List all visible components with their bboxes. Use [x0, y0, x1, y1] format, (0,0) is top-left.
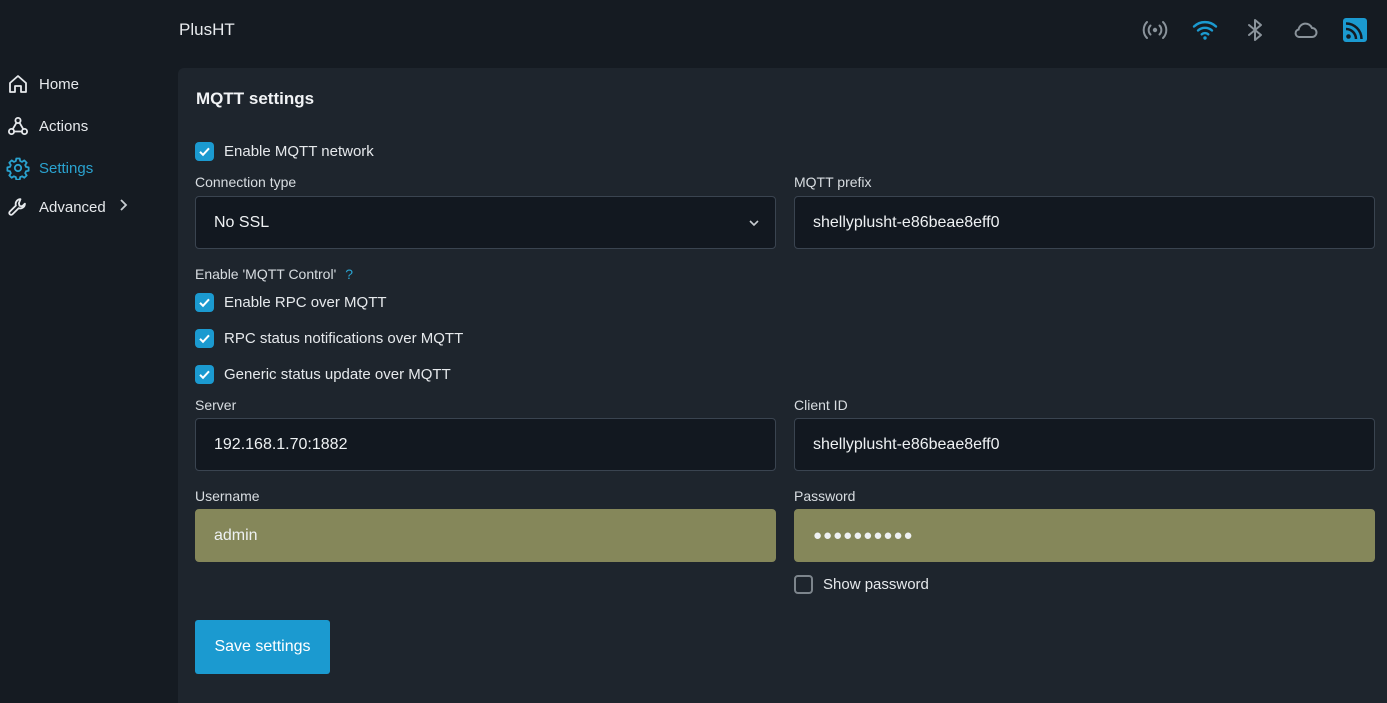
generic-status-label: Generic status update over MQTT	[224, 366, 451, 383]
sidebar-item-label: Settings	[39, 159, 94, 177]
username-input[interactable]: admin	[195, 509, 776, 562]
sidebar-item-advanced[interactable]: Advanced	[6, 195, 128, 219]
enable-mqtt-checkbox[interactable]	[195, 142, 214, 161]
generic-status-checkbox[interactable]	[195, 365, 214, 384]
show-password-row[interactable]: Show password	[794, 575, 929, 594]
password-value: ●●●●●●●●●●	[813, 527, 914, 544]
rpc-status-label: RPC status notifications over MQTT	[224, 330, 464, 347]
enable-mqtt-checkbox-row[interactable]: Enable MQTT network	[195, 142, 374, 161]
chevron-right-icon	[118, 198, 128, 216]
rss-icon[interactable]	[1341, 16, 1369, 44]
top-bar: PlusHT	[0, 0, 1387, 68]
server-value: 192.168.1.70:1882	[214, 435, 348, 453]
settings-panel	[178, 68, 1387, 703]
chevron-down-icon	[747, 216, 761, 235]
app-title: PlusHT	[179, 20, 235, 39]
client-id-label: Client ID	[794, 397, 848, 413]
home-icon	[6, 72, 30, 96]
mqtt-prefix-input[interactable]: shellyplusht-e86beae8eff0	[794, 196, 1375, 249]
connection-type-select[interactable]: No SSL	[195, 196, 776, 249]
wrench-icon	[6, 195, 30, 219]
webhook-icon	[6, 114, 30, 138]
enable-mqtt-label: Enable MQTT network	[224, 143, 374, 160]
mqtt-control-text: Enable 'MQTT Control'	[195, 266, 337, 282]
sidebar-item-label: Actions	[39, 117, 89, 135]
show-password-label: Show password	[823, 576, 929, 593]
rpc-label: Enable RPC over MQTT	[224, 294, 387, 311]
page-title: MQTT settings	[196, 89, 315, 108]
connection-type-label: Connection type	[195, 174, 297, 190]
sidebar-item-label: Advanced	[39, 198, 106, 216]
client-id-value: shellyplusht-e86beae8eff0	[813, 435, 1000, 453]
mqtt-prefix-label: MQTT prefix	[794, 174, 872, 190]
sidebar-item-label: Home	[39, 75, 80, 93]
sidebar-item-home[interactable]: Home	[6, 72, 79, 96]
generic-status-checkbox-row[interactable]: Generic status update over MQTT	[195, 365, 451, 384]
rpc-checkbox[interactable]	[195, 293, 214, 312]
show-password-checkbox[interactable]	[794, 575, 813, 594]
client-id-input[interactable]: shellyplusht-e86beae8eff0	[794, 418, 1375, 471]
bluetooth-icon[interactable]	[1241, 16, 1269, 44]
save-settings-button[interactable]: Save settings	[195, 620, 330, 674]
rpc-checkbox-row[interactable]: Enable RPC over MQTT	[195, 293, 387, 312]
help-icon[interactable]: ?	[345, 266, 353, 282]
password-input[interactable]: ●●●●●●●●●●	[794, 509, 1375, 562]
mqtt-prefix-value: shellyplusht-e86beae8eff0	[813, 213, 1000, 231]
connection-type-value: No SSL	[214, 213, 270, 231]
wifi-icon[interactable]	[1191, 16, 1219, 44]
cloud-icon[interactable]	[1291, 16, 1319, 44]
sidebar-item-settings[interactable]: Settings	[6, 156, 93, 180]
signal-icon[interactable]	[1141, 16, 1169, 44]
gear-icon	[6, 156, 30, 180]
username-label: Username	[195, 488, 260, 504]
sidebar-item-actions[interactable]: Actions	[6, 114, 88, 138]
rpc-status-checkbox-row[interactable]: RPC status notifications over MQTT	[195, 329, 463, 348]
server-input[interactable]: 192.168.1.70:1882	[195, 418, 776, 471]
status-icons	[1141, 16, 1369, 44]
username-value: admin	[214, 526, 258, 544]
mqtt-control-label: Enable 'MQTT Control'?	[195, 266, 353, 282]
password-label: Password	[794, 488, 856, 504]
rpc-status-checkbox[interactable]	[195, 329, 214, 348]
server-label: Server	[195, 397, 237, 413]
